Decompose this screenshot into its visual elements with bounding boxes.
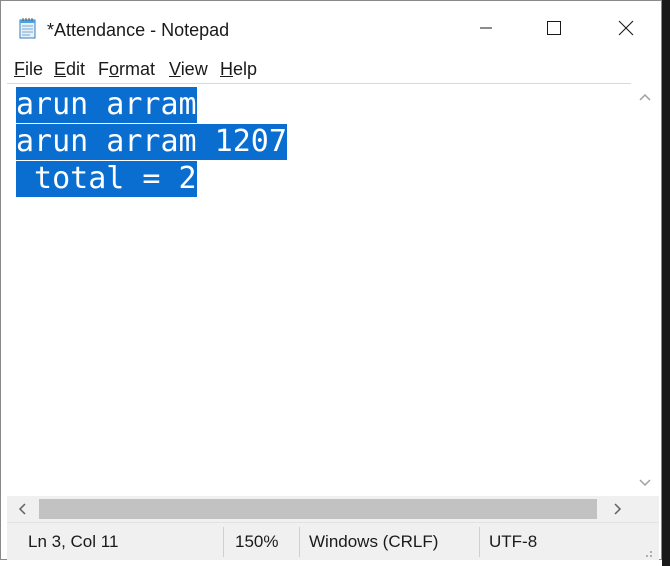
menu-bar: File Edit Format View Help — [1, 55, 661, 83]
editor-line-2[interactable]: arun arram 1207 — [16, 124, 287, 160]
chevron-left-icon — [18, 503, 26, 515]
minimize-icon — [480, 27, 492, 29]
status-divider — [479, 527, 480, 557]
menu-file-accel: F — [14, 59, 25, 79]
background-desktop-edge — [662, 0, 670, 566]
scroll-right-button[interactable] — [607, 499, 629, 519]
text-editor[interactable]: arun arram arun arram 1207 total = 2 — [7, 83, 631, 496]
scroll-down-button[interactable] — [633, 473, 657, 493]
editor-line-3[interactable]: total = 2 — [16, 161, 197, 197]
maximize-button[interactable] — [531, 1, 577, 55]
scroll-left-button[interactable] — [11, 499, 33, 519]
menu-view-accel: V — [169, 59, 181, 79]
zoom-level: 150% — [235, 532, 279, 551]
status-divider — [299, 527, 300, 557]
menu-help-accel: H — [220, 59, 233, 79]
close-icon — [618, 20, 634, 36]
vertical-scrollbar[interactable] — [631, 83, 659, 496]
encoding: UTF-8 — [489, 532, 538, 551]
window-title: *Attendance - Notepad — [47, 20, 230, 40]
scroll-up-button[interactable] — [633, 87, 657, 107]
status-bar: Ln 3, Col 11 150% Windows (CRLF) UTF-8 — [7, 522, 659, 560]
chevron-right-icon — [614, 503, 622, 515]
menu-help-label: elp — [233, 59, 258, 79]
minimize-button[interactable] — [463, 1, 509, 55]
menu-file[interactable]: File — [14, 59, 43, 80]
chevron-down-icon — [639, 479, 651, 487]
menu-format-accel: o — [109, 59, 120, 79]
menu-format-pre: F — [98, 59, 109, 79]
menu-view-label: iew — [180, 59, 208, 79]
menu-format-label: rmat — [119, 59, 156, 79]
horizontal-scroll-thumb[interactable] — [39, 499, 597, 519]
menu-edit-label: dit — [66, 59, 86, 79]
menu-edit-accel: E — [54, 59, 67, 79]
editor-line-1[interactable]: arun arram — [16, 87, 197, 123]
status-divider — [223, 527, 224, 557]
scrollbar-corner — [631, 496, 659, 522]
notepad-icon[interactable] — [17, 17, 39, 39]
menu-help[interactable]: Help — [220, 59, 257, 80]
close-button[interactable] — [603, 1, 649, 55]
menu-view[interactable]: View — [169, 59, 208, 80]
horizontal-scrollbar[interactable] — [7, 496, 631, 522]
resize-grip-icon[interactable] — [639, 545, 653, 557]
menu-edit[interactable]: Edit — [54, 59, 85, 80]
notepad-window: *Attendance - Notepad File Edit Format V… — [0, 0, 662, 560]
chevron-up-icon — [639, 93, 651, 101]
title-bar[interactable]: *Attendance - Notepad — [1, 1, 661, 55]
menu-format[interactable]: Format — [98, 59, 155, 80]
line-ending: Windows (CRLF) — [309, 532, 439, 551]
maximize-icon — [547, 21, 561, 35]
menu-file-label: ile — [25, 59, 44, 79]
cursor-position: Ln 3, Col 11 — [28, 532, 119, 551]
